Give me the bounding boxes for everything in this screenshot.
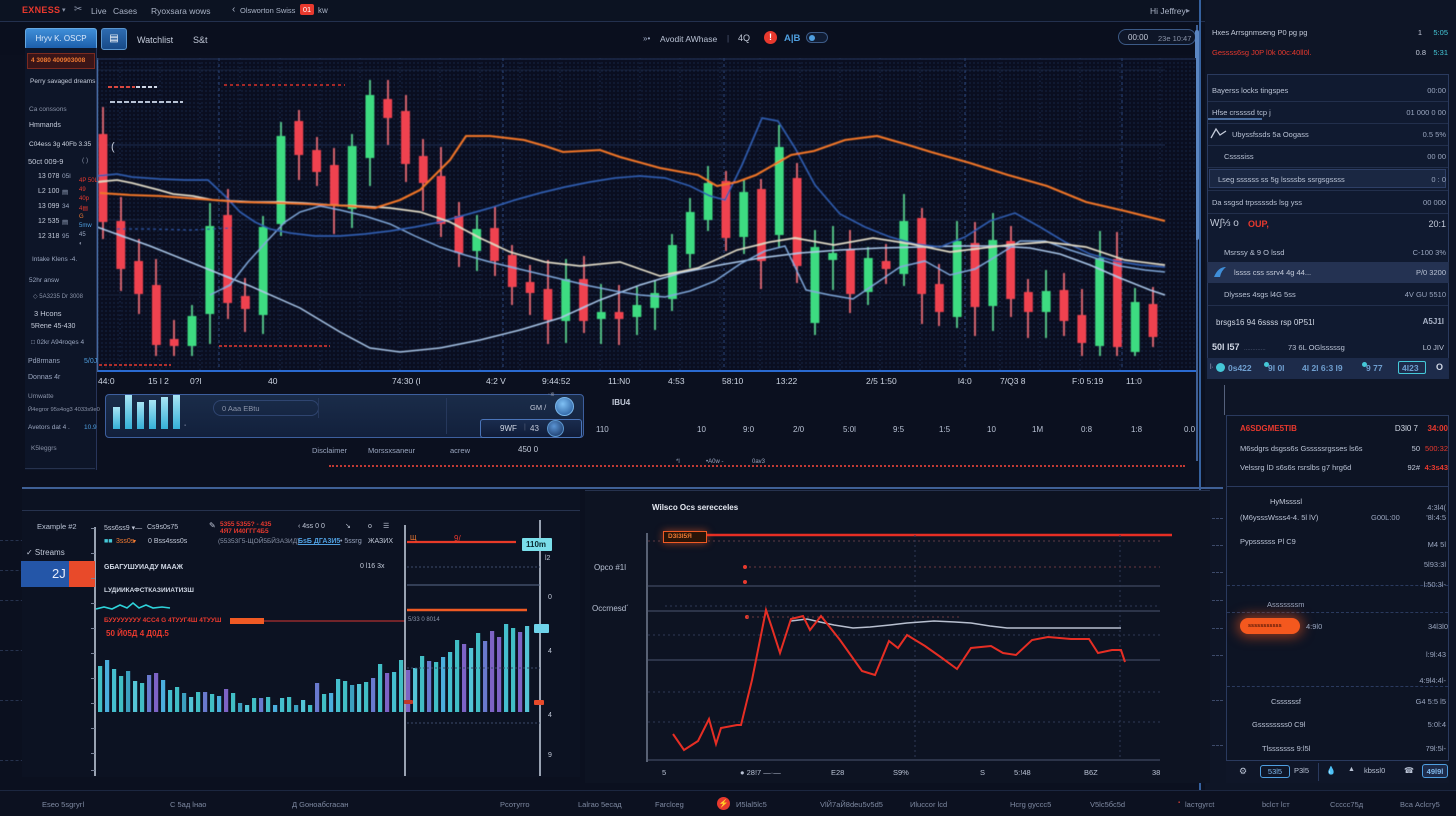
svg-text:(: ( xyxy=(111,141,115,153)
